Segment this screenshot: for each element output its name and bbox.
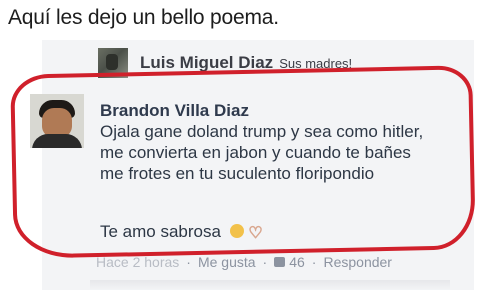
- comment-body: Brandon Villa Diaz Ojala gane doland tru…: [100, 101, 460, 243]
- comment-line: me frotes en tu suculento floripondio: [100, 164, 375, 183]
- heart-icon: ♡: [248, 225, 263, 243]
- signoff-text: Te amo sabrosa: [100, 222, 221, 241]
- reply-link[interactable]: Responder: [323, 254, 392, 270]
- crying-face-icon: [229, 224, 244, 238]
- separator-dot: ·: [311, 254, 317, 270]
- comment-timestamp[interactable]: Hace 2 horas: [96, 254, 179, 270]
- like-link[interactable]: Me gusta: [198, 254, 256, 270]
- next-comment-fade: [90, 280, 450, 290]
- separator-dot: ·: [186, 254, 191, 270]
- meme-caption: Aquí les dejo un bello poema.: [8, 6, 279, 29]
- comment-author-avatar[interactable]: [30, 94, 84, 148]
- separator-dot: ·: [262, 254, 268, 270]
- avatar-shirt: [32, 134, 82, 148]
- comment-line: me convierta en jabon y cuando te bañes: [100, 143, 411, 162]
- comment-author-name[interactable]: Brandon Villa Diaz: [100, 101, 460, 121]
- thumbs-up-icon: [274, 257, 286, 267]
- comment-signoff: Te amo sabrosa ♡: [100, 222, 263, 243]
- like-count[interactable]: 46: [289, 254, 305, 270]
- comment-line: Ojala gane doland trump y sea como hitle…: [100, 122, 424, 141]
- comment-footer: Hace 2 horas · Me gusta · 46 · Responder: [96, 254, 392, 270]
